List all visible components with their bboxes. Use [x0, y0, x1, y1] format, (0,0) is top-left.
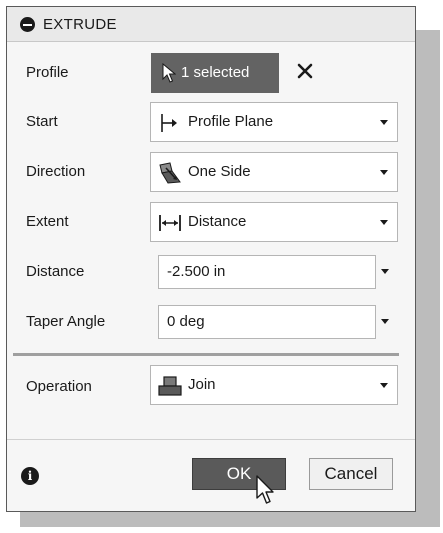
profile-select-button[interactable]: 1 selected: [151, 53, 279, 93]
extent-label: Extent: [26, 213, 69, 230]
chevron-down-icon: [380, 120, 388, 125]
taper-angle-value: 0 deg: [167, 313, 205, 330]
operation-label: Operation: [26, 378, 92, 395]
operation-value: Join: [188, 376, 216, 393]
cancel-button[interactable]: Cancel: [309, 458, 393, 490]
extent-dropdown[interactable]: Distance: [150, 202, 398, 242]
profile-plane-icon: [161, 114, 177, 132]
start-value: Profile Plane: [188, 113, 274, 130]
taper-angle-input[interactable]: 0 deg: [158, 305, 376, 339]
chevron-down-icon: [380, 383, 388, 388]
distance-label: Distance: [26, 263, 85, 280]
chevron-down-icon[interactable]: [381, 269, 389, 274]
direction-label: Direction: [26, 163, 86, 180]
direction-value: One Side: [188, 163, 251, 180]
chevron-down-icon: [380, 220, 388, 225]
distance-icon: [159, 215, 181, 231]
profile-label: Profile: [26, 64, 69, 81]
dialog-title: EXTRUDE: [43, 16, 117, 33]
collapse-icon[interactable]: [20, 17, 35, 32]
start-dropdown[interactable]: Profile Plane: [150, 102, 398, 142]
join-icon: [158, 376, 182, 396]
section-divider: [13, 353, 399, 356]
chevron-down-icon[interactable]: [381, 319, 389, 324]
chevron-down-icon: [380, 170, 388, 175]
one-side-icon: [159, 162, 181, 184]
distance-value: -2.500 in: [167, 263, 226, 280]
extent-value: Distance: [188, 213, 247, 230]
select-arrow-icon: [162, 63, 176, 83]
profile-select-label: 1 selected: [181, 64, 250, 81]
start-label: Start: [26, 113, 58, 130]
mouse-pointer-icon: [256, 475, 274, 504]
close-icon[interactable]: [295, 61, 315, 81]
extrude-dialog: EXTRUDE Profile 1 selected Start Profile…: [6, 6, 416, 512]
distance-input[interactable]: -2.500 in: [158, 255, 376, 289]
taper-angle-label: Taper Angle: [26, 313, 106, 330]
footer-divider: [7, 439, 415, 440]
dialog-header[interactable]: EXTRUDE: [7, 7, 415, 42]
info-icon[interactable]: i: [21, 467, 39, 485]
operation-dropdown[interactable]: Join: [150, 365, 398, 405]
direction-dropdown[interactable]: One Side: [150, 152, 398, 192]
